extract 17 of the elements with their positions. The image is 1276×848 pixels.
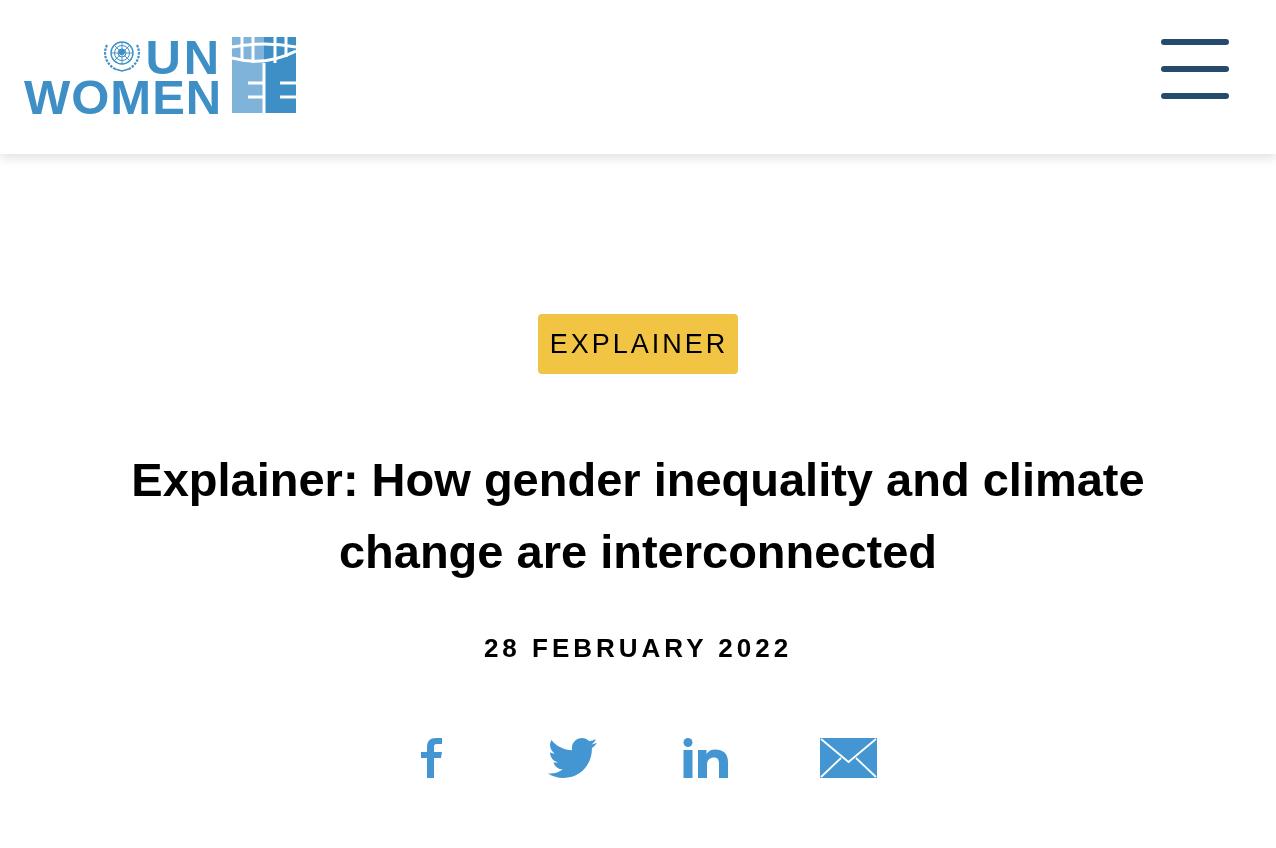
menu-icon [1161, 39, 1229, 99]
category-tag[interactable]: EXPLAINER [537, 314, 739, 374]
article-title: Explainer: How gender inequality and climate change are interconnected [130, 452, 1146, 580]
twitter-share-link[interactable] [548, 738, 597, 778]
article-date: 28 FEBRUARY 2022 [483, 632, 793, 664]
bird-icon [548, 738, 597, 778]
linkedin-icon [683, 738, 728, 778]
logo-text: UN [145, 37, 223, 73]
facebook-share-link[interactable] [421, 738, 442, 778]
logo-link[interactable]: UN WOMEN [24, 37, 297, 113]
email-share-link[interactable] [820, 738, 877, 778]
envelope-icon [820, 738, 877, 778]
logo-text: WOMEN [24, 77, 223, 113]
menu-button[interactable] [1161, 39, 1229, 99]
linkedin-share-link[interactable] [683, 738, 728, 778]
facebook-icon [421, 738, 442, 778]
logo-mark-icon [232, 37, 297, 113]
